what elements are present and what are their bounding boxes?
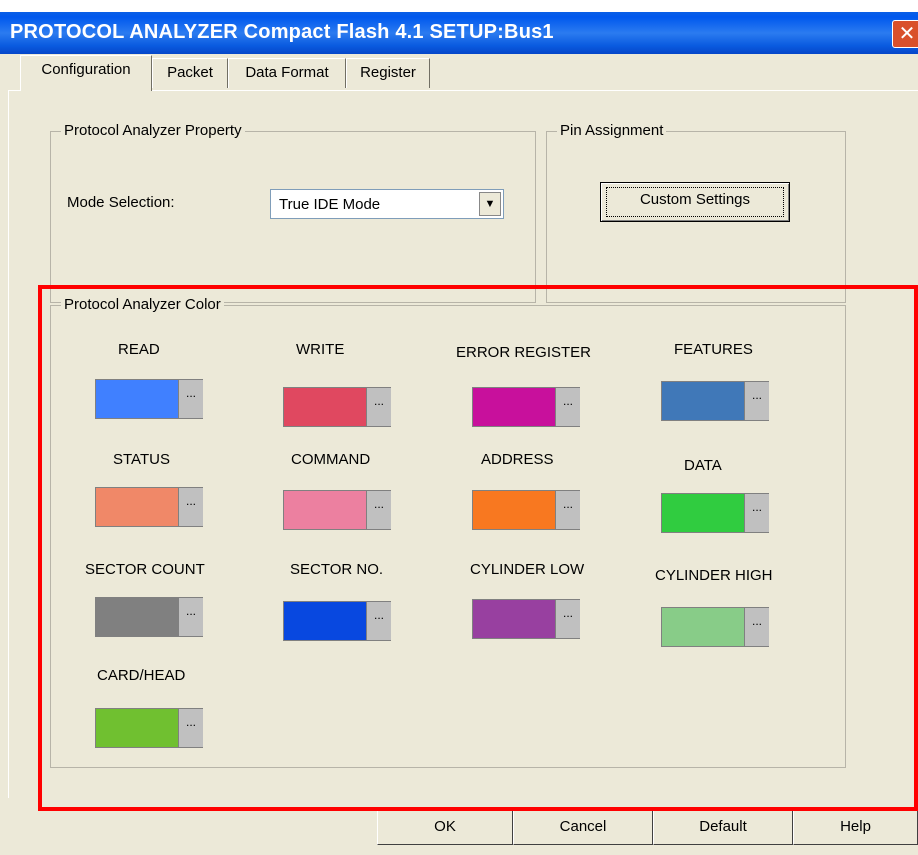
ok-button[interactable]: OK [377,809,513,845]
tab-panel [8,90,918,798]
window-title: PROTOCOL ANALYZER Compact Flash 4.1 SETU… [10,21,554,43]
cancel-button[interactable]: Cancel [513,809,653,845]
tab-register[interactable]: Register [346,58,430,88]
default-button[interactable]: Default [653,809,793,845]
help-button[interactable]: Help [793,809,918,845]
tab-configuration[interactable]: Configuration [20,55,152,91]
tab-data-format[interactable]: Data Format [228,58,346,88]
close-icon[interactable]: ✕ [892,20,918,48]
tab-packet[interactable]: Packet [152,58,228,88]
title-bar[interactable]: PROTOCOL ANALYZER Compact Flash 4.1 SETU… [0,12,918,54]
